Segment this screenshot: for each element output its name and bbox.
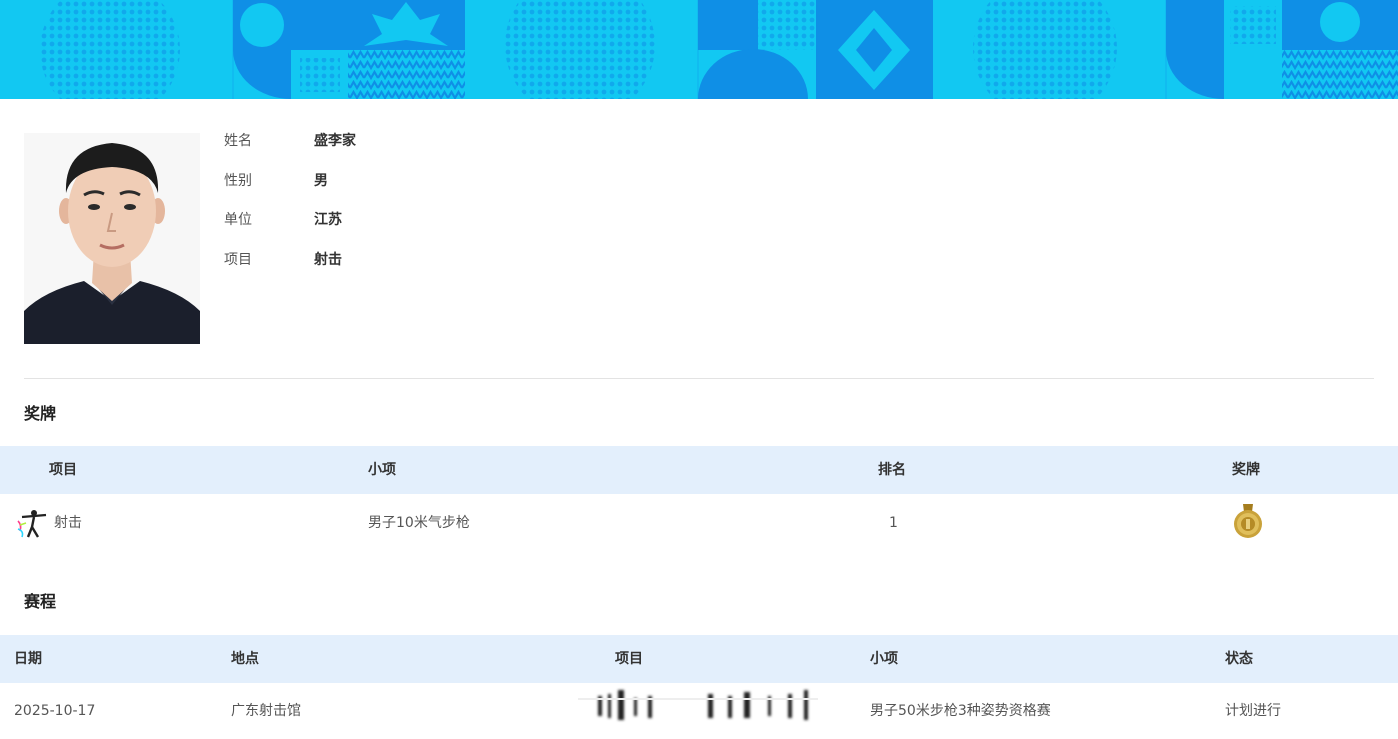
- column-header-status: 状态: [1225, 651, 1253, 667]
- column-header-sport: 项目: [615, 651, 643, 667]
- schedule-row-date: 2025-10-17: [14, 703, 96, 719]
- schedule-row-event: 男子50米步枪3种姿势资格赛: [870, 703, 1051, 719]
- medal-row-rank: 1: [889, 515, 898, 531]
- column-header-rank: 排名: [878, 462, 906, 478]
- profile-value: 江苏: [314, 212, 342, 228]
- profile-value: 男: [314, 173, 328, 189]
- medal-row-event: 男子10米气步枪: [368, 515, 470, 531]
- schedule-row-venue: 广东射击馆: [231, 703, 301, 719]
- header-banner: [0, 0, 1398, 99]
- schedule-table-header: 日期 地点 项目 小项 状态: [0, 635, 1398, 683]
- column-header-venue: 地点: [231, 651, 259, 667]
- schedule-row-status: 计划进行: [1225, 703, 1281, 719]
- profile-value: 射击: [314, 252, 342, 268]
- athlete-photo: [24, 133, 200, 344]
- profile-label: 性别: [224, 173, 252, 189]
- column-header-event: 小项: [368, 462, 396, 478]
- schedule-row-sport-icon: [578, 686, 818, 726]
- profile-value: 盛李家: [314, 133, 356, 149]
- athlete-portrait-image: [24, 133, 200, 344]
- medals-section-title: 奖牌: [24, 404, 57, 423]
- column-header-date: 日期: [14, 651, 42, 667]
- shooting-icon: [16, 507, 48, 539]
- section-divider: [24, 378, 1374, 379]
- profile-label: 项目: [224, 252, 252, 268]
- column-header-sport: 项目: [49, 462, 77, 478]
- medals-table-header: 项目 小项 排名 奖牌: [0, 446, 1398, 494]
- schedule-section-title: 赛程: [24, 592, 57, 611]
- gold-medal-icon: [1232, 504, 1264, 538]
- profile-label: 单位: [224, 212, 252, 228]
- banner-pattern: [0, 0, 1398, 99]
- column-header-medal: 奖牌: [1232, 462, 1260, 478]
- medal-row-sport: 射击: [54, 515, 82, 531]
- athlete-profile: 姓名 盛李家 性别 男 单位 江苏 项目 射击: [0, 99, 1398, 379]
- profile-label: 姓名: [224, 133, 252, 149]
- column-header-event: 小项: [870, 651, 898, 667]
